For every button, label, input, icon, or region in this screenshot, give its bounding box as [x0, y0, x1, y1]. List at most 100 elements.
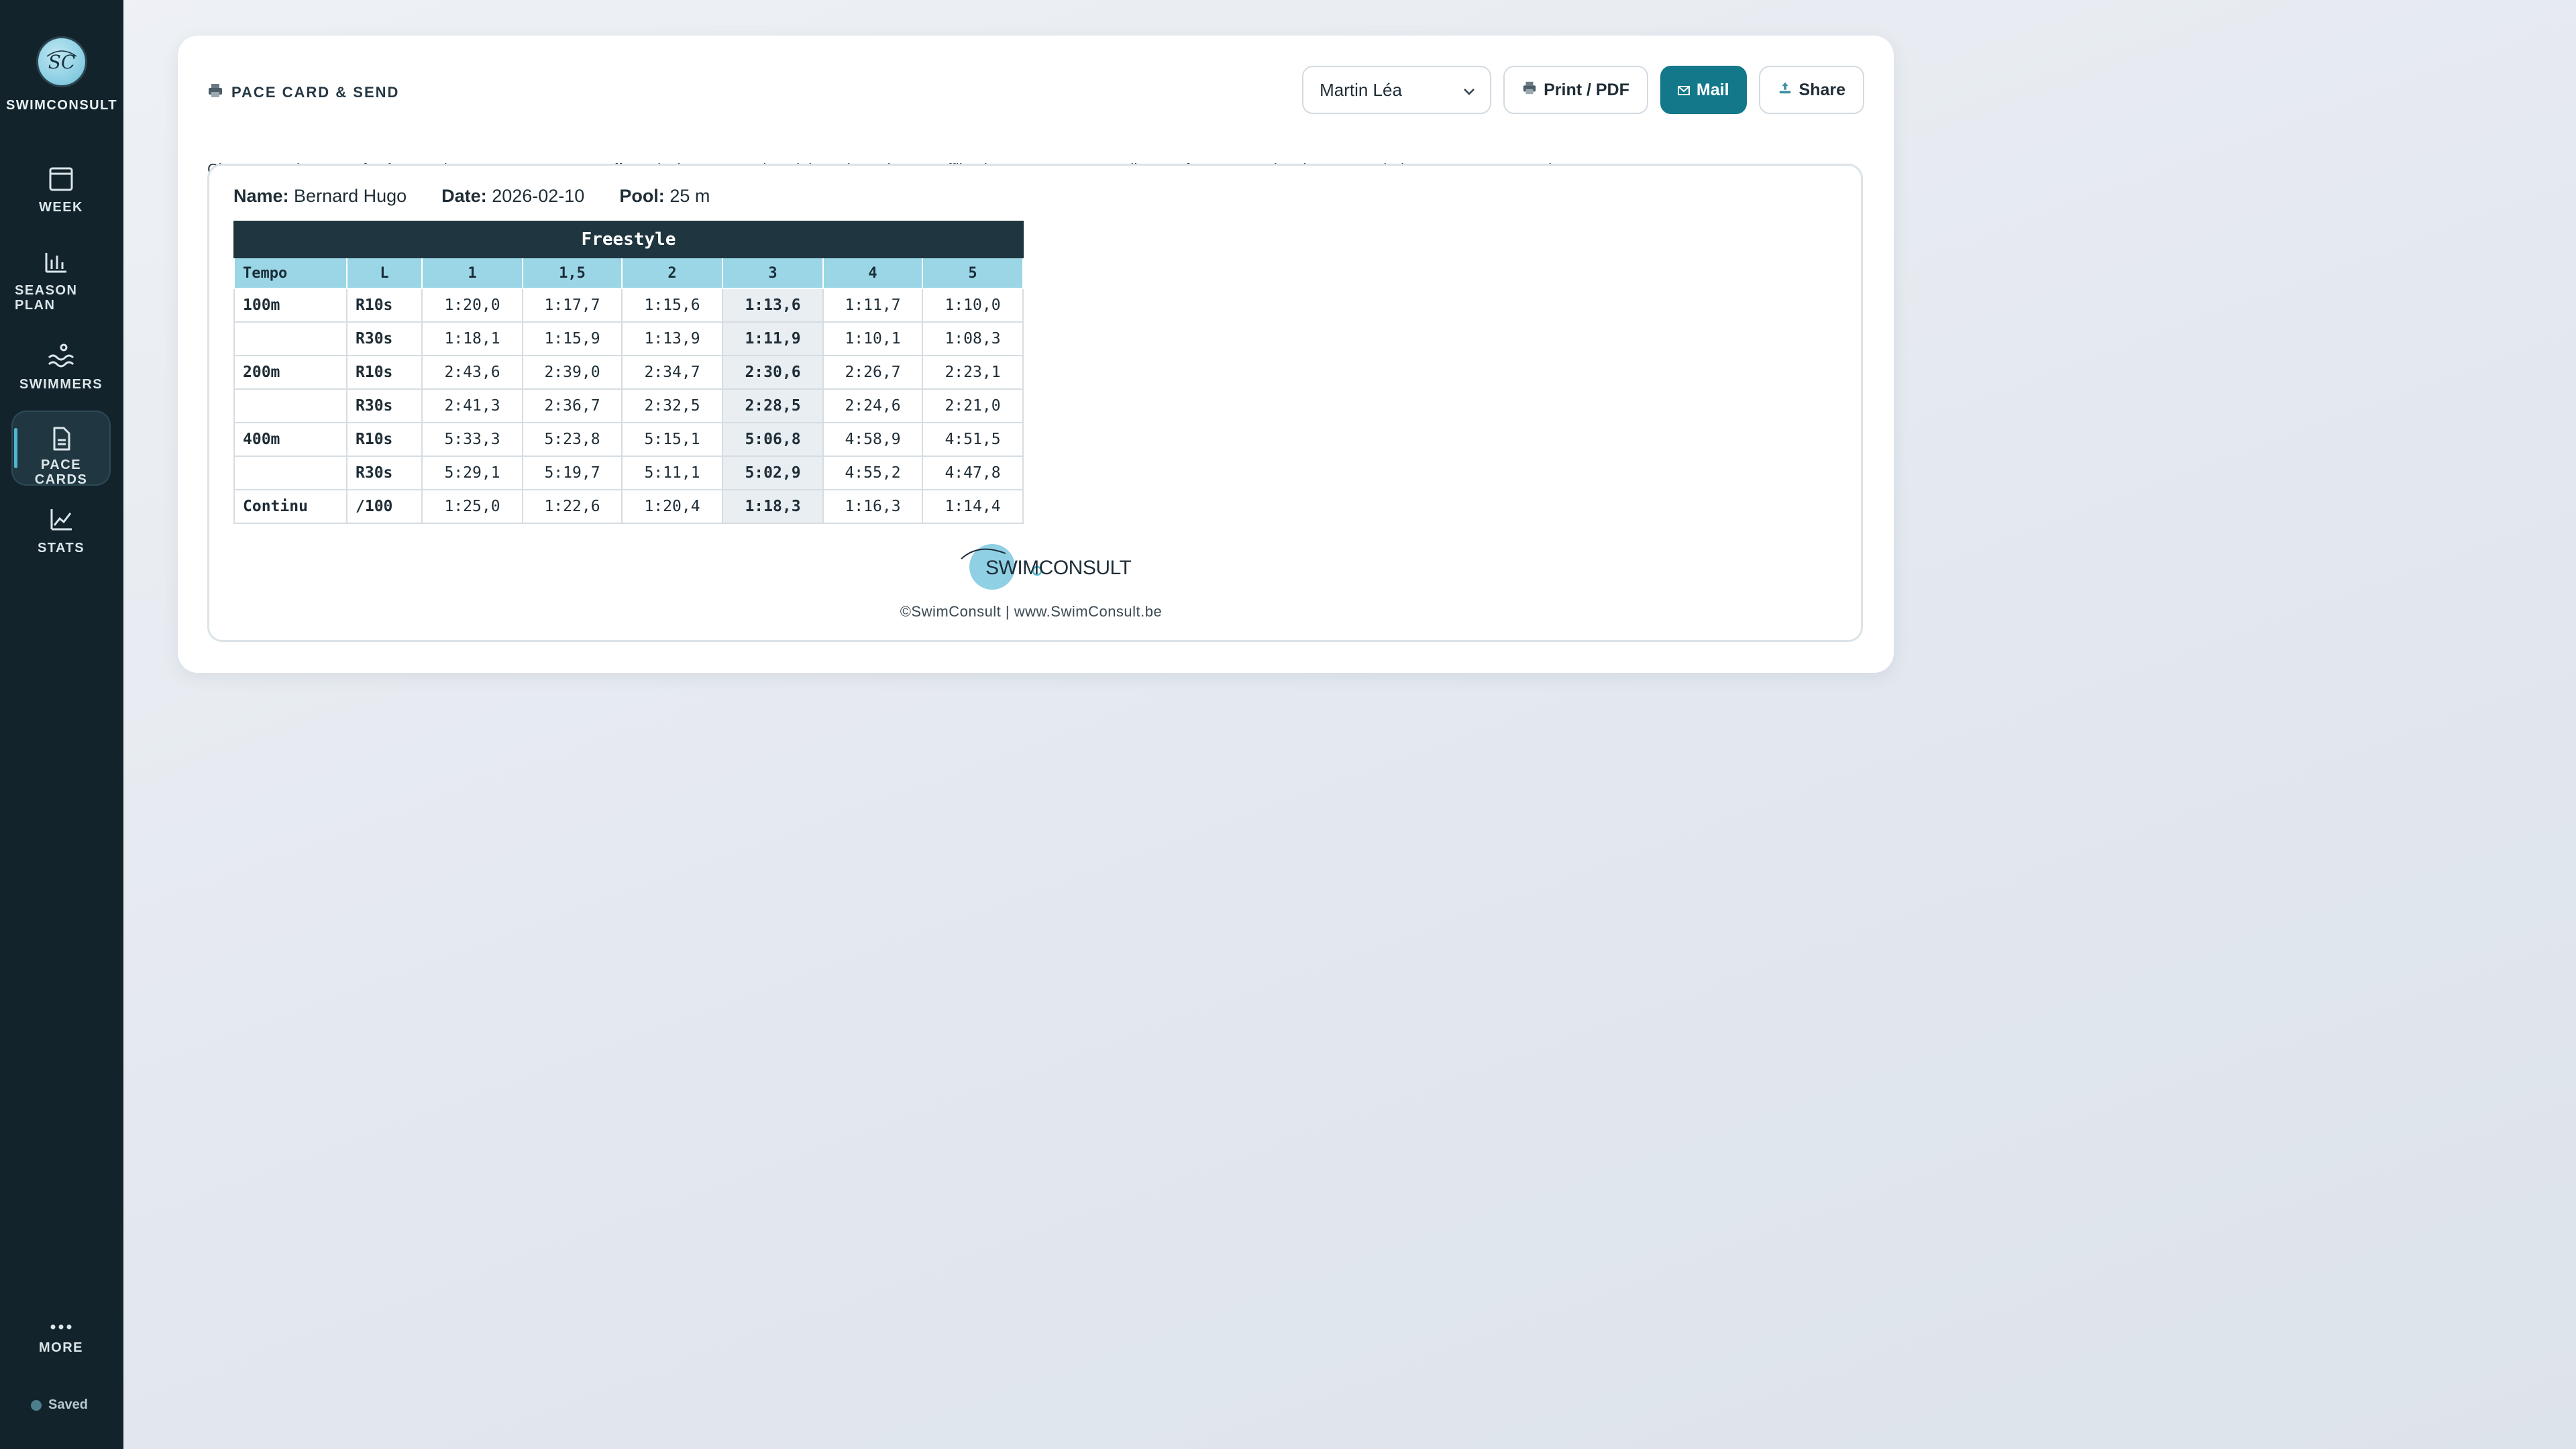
nav-pace-cards[interactable]: PACE CARDS — [11, 411, 111, 487]
pace-cell: 1:10,0 — [922, 288, 1024, 323]
swimconsult-logo: SWIMCONSULT — [959, 540, 1132, 594]
pace-cell: 5:29,1 — [421, 455, 523, 490]
pace-cell: 1:18,1 — [421, 321, 523, 356]
rest-cell: R30s — [346, 455, 423, 490]
pace-cell: 1:11,9 — [722, 321, 824, 356]
share-icon — [1778, 80, 1792, 100]
pace-cell: 2:30,6 — [722, 355, 824, 390]
pace-cell: 2:39,0 — [522, 355, 623, 390]
pace-cell: 4:51,5 — [922, 422, 1024, 457]
nav-more[interactable]: MORE — [12, 1319, 110, 1355]
nav-stats[interactable]: STATS — [12, 504, 110, 555]
meta-pool-label: Pool: — [619, 186, 665, 206]
pace-cell: 1:17,7 — [522, 288, 623, 323]
dots-icon — [46, 1319, 76, 1335]
pace-cell: 1:18,3 — [722, 489, 824, 524]
pace-cell: 1:20,4 — [621, 489, 723, 524]
panel-title: PACE CARD & SEND — [207, 83, 399, 103]
pace-table: Freestyle Tempo L 1 1,5 2 3 4 5 100m R10s 1:20,0 1… — [233, 221, 1024, 524]
panel-title-text: PACE CARD & SEND — [231, 84, 400, 101]
pace-card-meta: Name: Bernard Hugo Date: 2026-02-10 Pool… — [233, 186, 710, 207]
rest-cell: /100 — [346, 489, 423, 524]
pace-cell: 2:21,0 — [922, 388, 1024, 423]
column-header: 4 — [822, 257, 923, 289]
pace-cell: 2:34,7 — [621, 355, 723, 390]
pace-cell: 5:06,8 — [722, 422, 824, 457]
table-row: Continu/100 1:25,0 1:22,6 1:20,4 1:18,3 1:16,… — [233, 489, 1024, 524]
column-header: 3 — [722, 257, 824, 289]
nav-stats-label: STATS — [37, 541, 85, 555]
mail-button[interactable]: Mail — [1660, 66, 1747, 114]
pace-cell: 2:28,5 — [722, 388, 824, 423]
pace-cell: 2:41,3 — [421, 388, 523, 423]
pace-cell: 5:15,1 — [621, 422, 723, 457]
toolbar: Martin Léa Print / PDF Mail Share — [1302, 66, 1864, 114]
rest-cell: R10s — [346, 288, 423, 323]
nav-season-plan[interactable]: SEASON PLAN — [12, 247, 110, 313]
meta-name: Name: Bernard Hugo — [233, 186, 407, 207]
pace-cell: 1:14,4 — [922, 489, 1024, 524]
nav-week[interactable]: WEEK — [12, 164, 110, 215]
pace-cell: 2:26,7 — [822, 355, 923, 390]
svg-text:SC: SC — [48, 51, 76, 73]
nav-week-label: WEEK — [39, 200, 83, 215]
meta-date-value: 2026-02-10 — [492, 186, 585, 206]
rest-cell: R10s — [346, 355, 423, 390]
swimmer-select[interactable]: Martin Léa — [1302, 66, 1492, 114]
print-pdf-button[interactable]: Print / PDF — [1503, 66, 1648, 114]
chevron-down-icon — [1463, 80, 1475, 101]
distance-cell: Continu — [233, 489, 347, 524]
footer-credits: ©SwimConsult | www.SwimConsult.be — [900, 603, 1163, 620]
pace-cell: 2:32,5 — [621, 388, 723, 423]
meta-date-label: Date: — [441, 186, 487, 206]
rest-cell: R10s — [346, 422, 423, 457]
pace-cell: 5:19,7 — [522, 455, 623, 490]
nav-season-label-line1: SEASON — [15, 283, 78, 298]
distance-cell: 200m — [233, 355, 347, 390]
pace-cell: 1:25,0 — [421, 489, 523, 524]
pace-cell: 4:58,9 — [822, 422, 923, 457]
pace-card-panel: PACE CARD & SEND Martin Léa Print / PDF … — [178, 36, 1894, 673]
nav-swimmers[interactable]: SWIMMERS — [12, 341, 110, 392]
swimmer-select-value: Martin Léa — [1320, 79, 1402, 100]
line-chart-icon — [46, 504, 76, 535]
nav-more-label: MORE — [39, 1340, 83, 1355]
document-icon — [46, 425, 76, 452]
pace-cell: 2:36,7 — [522, 388, 623, 423]
pace-cell: 1:15,6 — [621, 288, 723, 323]
rest-cell: R30s — [346, 388, 423, 423]
pace-cell: 4:47,8 — [922, 455, 1024, 490]
brand[interactable]: SC SWIMCONSULT — [0, 36, 123, 113]
pace-cell: 1:11,7 — [822, 288, 923, 323]
pace-cell: 1:20,0 — [421, 288, 523, 323]
meta-date: Date: 2026-02-10 — [441, 186, 584, 207]
pace-cell: 2:23,1 — [922, 355, 1024, 390]
pace-cell: 2:24,6 — [822, 388, 923, 423]
column-header: 5 — [922, 257, 1024, 289]
meta-pool-value: 25 m — [669, 186, 710, 206]
pace-cell: 1:15,9 — [522, 321, 623, 356]
nav-swimmers-label: SWIMMERS — [19, 377, 103, 392]
pace-cell: 1:16,3 — [822, 489, 923, 524]
saved-dot-icon — [31, 1399, 42, 1411]
table-row: 100m R10s 1:20,0 1:17,7 1:15,6 1:13,6 1:11,7 1:… — [233, 288, 1024, 323]
pace-cell: 2:43,6 — [421, 355, 523, 390]
distance-cell — [233, 388, 347, 423]
nav-pace-cards-label: PACE CARDS — [34, 458, 88, 487]
printer-icon — [207, 83, 223, 103]
distance-cell: 400m — [233, 422, 347, 457]
distance-cell — [233, 455, 347, 490]
pace-cell: 1:13,6 — [722, 288, 824, 323]
pace-cell: 4:55,2 — [822, 455, 923, 490]
brand-logo: SC — [36, 36, 87, 87]
share-label: Share — [1799, 80, 1845, 99]
column-header: 1 — [421, 257, 523, 289]
print-pdf-label: Print / PDF — [1544, 80, 1629, 99]
table-row: R30s 2:41,3 2:36,7 2:32,5 2:28,5 2:24,6 2:21,0 — [233, 388, 1024, 423]
meta-pool: Pool: 25 m — [619, 186, 710, 207]
waves-icon — [46, 341, 76, 372]
pace-cell: 5:33,3 — [421, 422, 523, 457]
share-button[interactable]: Share — [1758, 66, 1864, 114]
column-header: L — [346, 257, 423, 289]
pace-cell: 1:22,6 — [522, 489, 623, 524]
